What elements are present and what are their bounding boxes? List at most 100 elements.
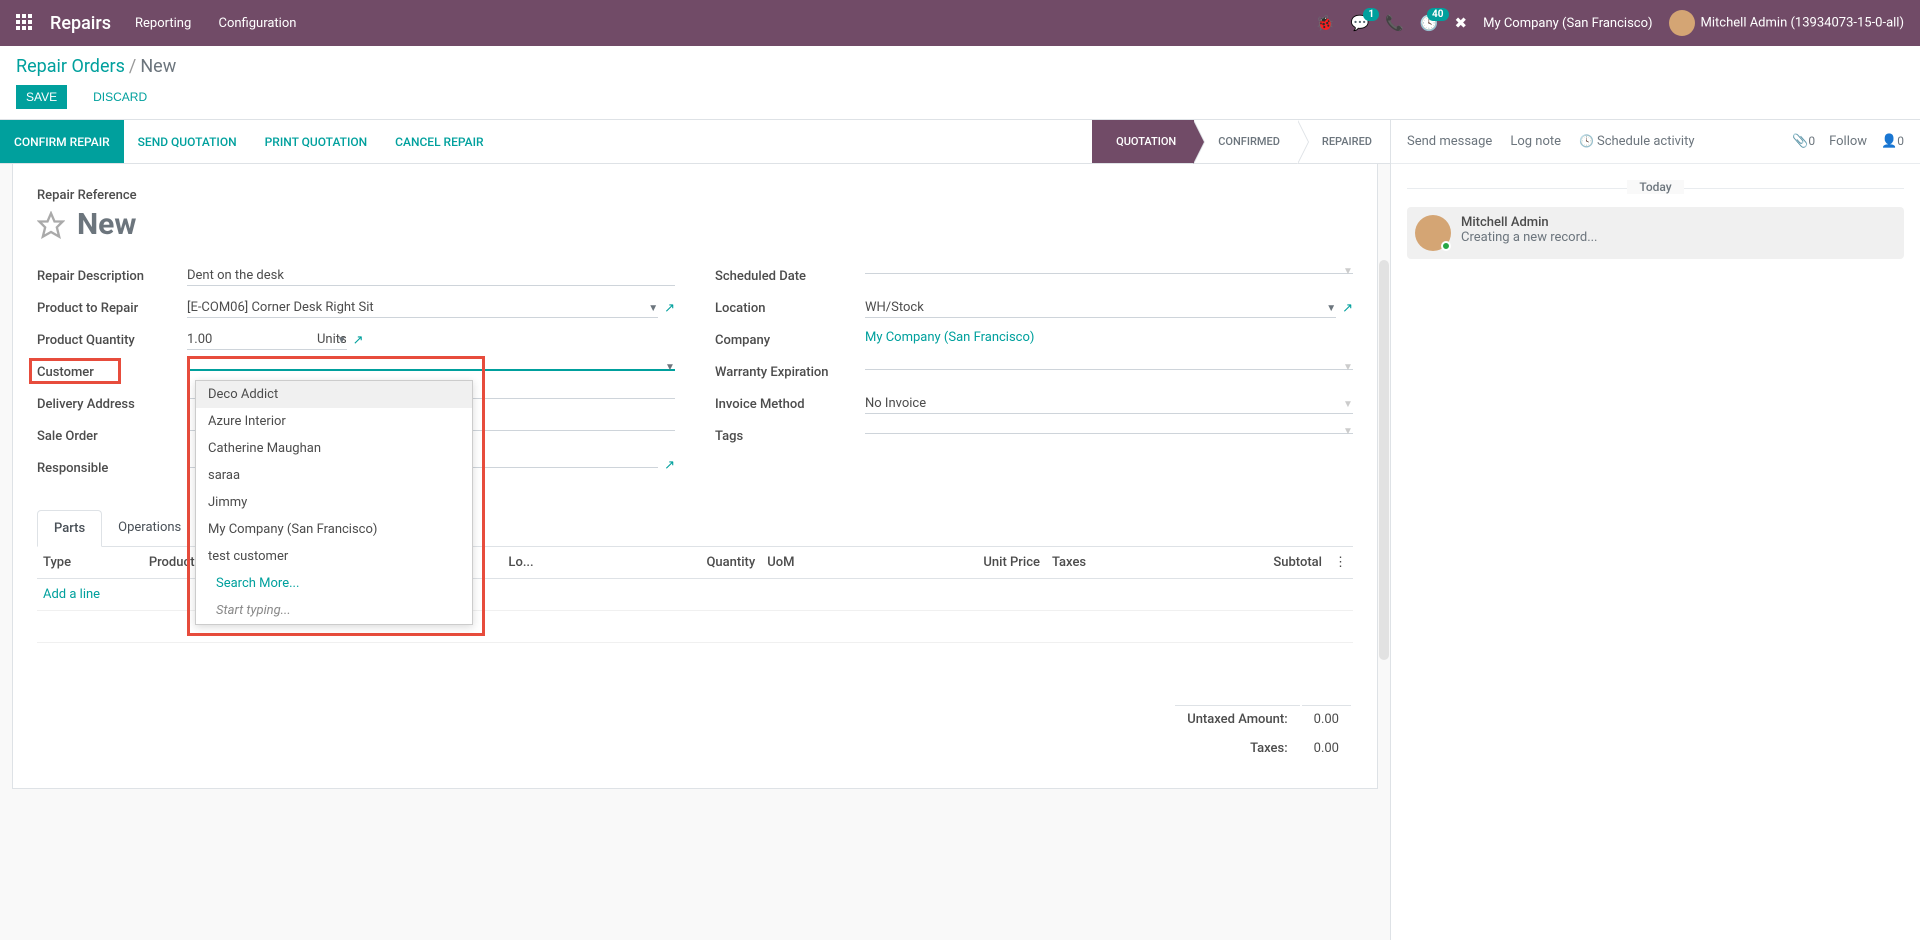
reference-label: Repair Reference [37, 188, 1353, 203]
dropdown-start-typing[interactable]: Start typing... [196, 597, 472, 624]
invoice-method-select[interactable]: No Invoice [865, 394, 1353, 414]
chatter-topbar: Send message Log note 🕓Schedule activity… [1391, 120, 1920, 164]
form-view: CONFIRM REPAIR SEND QUOTATION PRINT QUOT… [0, 120, 1390, 940]
invoice-method-label: Invoice Method [715, 394, 865, 412]
chatter-message: Mitchell Admin Creating a new record... [1407, 207, 1904, 259]
caret-down-icon[interactable]: ▼ [1343, 362, 1353, 373]
messages-icon[interactable]: 💬1 [1350, 14, 1369, 32]
caret-down-icon[interactable]: ▼ [1326, 303, 1336, 314]
message-text: Creating a new record... [1461, 230, 1598, 245]
dropdown-item[interactable]: Catherine Maughan [196, 435, 472, 462]
col-type: Type [37, 547, 143, 579]
repair-description-label: Repair Description [37, 266, 187, 284]
col-location: Lo... [502, 547, 600, 579]
dropdown-search-more[interactable]: Search More... [196, 570, 472, 597]
untaxed-label: Untaxed Amount: [1175, 705, 1299, 733]
tags-input[interactable] [865, 429, 1353, 434]
customer-dropdown: Deco Addict Azure Interior Catherine Mau… [195, 380, 473, 625]
dropdown-item[interactable]: saraa [196, 462, 472, 489]
priority-star-icon[interactable] [37, 211, 65, 239]
message-avatar [1415, 215, 1451, 251]
company-switcher[interactable]: My Company (San Francisco) [1483, 16, 1652, 31]
menu-reporting[interactable]: Reporting [135, 16, 191, 31]
caret-down-icon[interactable]: ▼ [648, 303, 658, 314]
external-link-icon[interactable]: ↗ [664, 458, 675, 473]
breadcrumb-root[interactable]: Repair Orders [16, 56, 125, 77]
scrollbar[interactable] [1379, 260, 1389, 660]
warranty-expiration-input[interactable] [865, 365, 1353, 370]
debug-icon[interactable]: 🐞 [1316, 14, 1335, 32]
col-taxes: Taxes [1046, 547, 1168, 579]
repair-description-input[interactable]: Dent on the desk [187, 266, 675, 286]
dropdown-item[interactable]: Jimmy [196, 489, 472, 516]
quantity-input[interactable]: 1.00 [187, 330, 317, 350]
external-link-icon[interactable]: ↗ [353, 333, 364, 348]
external-link-icon[interactable]: ↗ [1342, 301, 1353, 316]
form-sheet: Repair Reference New Repair Description … [12, 164, 1378, 789]
form-left-column: Repair Description Dent on the desk Prod… [37, 266, 675, 490]
product-quantity-label: Product Quantity [37, 330, 187, 348]
col-kebab[interactable]: ⋮ [1328, 547, 1353, 579]
company-label: Company [715, 330, 865, 348]
follow-button[interactable]: Follow [1829, 134, 1867, 149]
log-note-button[interactable]: Log note [1510, 134, 1561, 149]
location-label: Location [715, 298, 865, 316]
top-navbar: Repairs Reporting Configuration 🐞 💬1 📞 🕓… [0, 0, 1920, 46]
location-input[interactable]: WH/Stock [865, 298, 1336, 318]
phone-icon[interactable]: 📞 [1385, 14, 1404, 32]
apps-icon[interactable] [16, 14, 34, 32]
col-uom: UoM [761, 547, 865, 579]
activity-icon[interactable]: 🕓40 [1420, 14, 1439, 32]
status-bar: CONFIRM REPAIR SEND QUOTATION PRINT QUOT… [0, 120, 1390, 164]
tab-operations[interactable]: Operations [102, 510, 197, 546]
product-to-repair-input[interactable]: [E-COM06] Corner Desk Right Sit [187, 298, 658, 318]
company-link[interactable]: My Company (San Francisco) [865, 330, 1034, 345]
taxes-value: 0.00 [1302, 735, 1351, 762]
stage-quotation[interactable]: QUOTATION [1092, 120, 1194, 163]
totals: Untaxed Amount:0.00 Taxes:0.00 [37, 703, 1353, 764]
dropdown-item[interactable]: test customer [196, 543, 472, 570]
col-subtotal: Subtotal [1168, 547, 1328, 579]
dropdown-item[interactable]: Azure Interior [196, 408, 472, 435]
caret-down-icon[interactable]: ▼ [665, 362, 675, 373]
scheduled-date-label: Scheduled Date [715, 266, 865, 284]
col-quantity: Quantity [601, 547, 761, 579]
chatter-date-header: Today [1407, 180, 1904, 195]
support-icon[interactable]: ✖ [1455, 14, 1468, 32]
paperclip-icon: 📎 [1792, 134, 1808, 149]
user-menu[interactable]: Mitchell Admin (13934073-15-0-all) [1669, 10, 1904, 36]
follower-count[interactable]: 👤0 [1881, 134, 1904, 149]
responsible-label: Responsible [37, 458, 187, 476]
untaxed-value: 0.00 [1302, 705, 1351, 733]
discard-button[interactable]: DISCARD [83, 85, 157, 109]
stage-confirmed[interactable]: CONFIRMED [1194, 120, 1298, 163]
confirm-repair-button[interactable]: CONFIRM REPAIR [0, 120, 124, 163]
external-link-icon[interactable]: ↗ [664, 301, 675, 316]
message-author: Mitchell Admin [1461, 215, 1598, 230]
attachment-count[interactable]: 📎0 [1792, 134, 1815, 149]
caret-down-icon[interactable]: ▼ [1343, 266, 1353, 277]
send-message-button[interactable]: Send message [1407, 134, 1492, 149]
col-unit-price: Unit Price [865, 547, 1046, 579]
send-quotation-button[interactable]: SEND QUOTATION [124, 120, 251, 163]
breadcrumb-current: New [140, 56, 176, 77]
scheduled-date-input[interactable] [865, 269, 1353, 274]
caret-down-icon[interactable]: ▼ [1343, 399, 1353, 410]
tab-parts[interactable]: Parts [37, 510, 102, 547]
caret-down-icon[interactable]: ▼ [1343, 426, 1353, 437]
tags-label: Tags [715, 426, 865, 444]
dropdown-item[interactable]: Deco Addict [196, 381, 472, 408]
chatter-panel: Send message Log note 🕓Schedule activity… [1390, 120, 1920, 940]
save-button[interactable]: SAVE [16, 85, 67, 109]
print-quotation-button[interactable]: PRINT QUOTATION [251, 120, 382, 163]
stage-repaired[interactable]: REPAIRED [1298, 120, 1390, 163]
menu-configuration[interactable]: Configuration [218, 16, 296, 31]
schedule-activity-button[interactable]: 🕓Schedule activity [1579, 134, 1694, 149]
avatar-icon [1669, 10, 1695, 36]
caret-down-icon[interactable]: ▼ [337, 335, 347, 346]
cancel-repair-button[interactable]: CANCEL REPAIR [381, 120, 497, 163]
control-panel: Repair Orders/New SAVE DISCARD [0, 46, 1920, 120]
breadcrumb: Repair Orders/New [16, 56, 1904, 77]
module-name[interactable]: Repairs [50, 13, 111, 34]
dropdown-item[interactable]: My Company (San Francisco) [196, 516, 472, 543]
